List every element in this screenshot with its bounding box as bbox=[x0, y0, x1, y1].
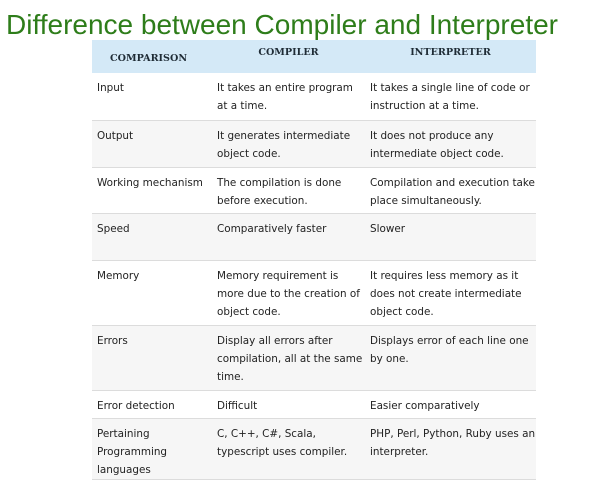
cell-aspect: Working mechanism bbox=[92, 167, 212, 214]
table-row: Pertaining Programming languages C, C++,… bbox=[92, 418, 536, 480]
cell-aspect: Speed bbox=[92, 213, 212, 261]
cell-compiler: Difficult bbox=[212, 390, 365, 419]
cell-compiler: Memory requirement is more due to the cr… bbox=[212, 260, 365, 326]
table-header-row: COMPARISON COMPILER INTERPRETER bbox=[92, 40, 536, 73]
table-row: Working mechanism The compilation is don… bbox=[92, 167, 536, 214]
table-row: Errors Display all errors after compilat… bbox=[92, 325, 536, 391]
cell-interpreter: PHP, Perl, Python, Ruby uses an interpre… bbox=[365, 418, 536, 480]
cell-aspect: Pertaining Programming languages bbox=[92, 418, 212, 480]
cell-interpreter: Slower bbox=[365, 213, 536, 261]
table-row: Input It takes an entire program at a ti… bbox=[92, 73, 536, 121]
table-row: Memory Memory requirement is more due to… bbox=[92, 260, 536, 326]
header-compiler: COMPILER bbox=[258, 47, 319, 58]
table-row: Error detection Difficult Easier compara… bbox=[92, 390, 536, 419]
cell-compiler: Display all errors after compilation, al… bbox=[212, 325, 365, 391]
header-comparison: COMPARISON bbox=[110, 53, 188, 64]
cell-compiler: C, C++, C#, Scala, typescript uses compi… bbox=[212, 418, 365, 480]
cell-compiler: It takes an entire program at a time. bbox=[212, 73, 365, 121]
page-title: Difference between Compiler and Interpre… bbox=[6, 9, 559, 40]
cell-compiler: Comparatively faster bbox=[212, 213, 365, 261]
cell-interpreter: Easier comparatively bbox=[365, 390, 536, 419]
cell-interpreter: It does not produce any intermediate obj… bbox=[365, 120, 536, 168]
cell-interpreter: Displays error of each line one by one. bbox=[365, 325, 536, 391]
cell-aspect: Input bbox=[92, 73, 212, 121]
table-row: Speed Comparatively faster Slower bbox=[92, 213, 536, 261]
cell-aspect: Error detection bbox=[92, 390, 212, 419]
table-row: Output It generates intermediate object … bbox=[92, 120, 536, 168]
header-interpreter: INTERPRETER bbox=[410, 47, 491, 58]
comparison-table: COMPARISON COMPILER INTERPRETER Input It… bbox=[92, 40, 536, 480]
cell-interpreter: It requires less memory as it does not c… bbox=[365, 260, 536, 326]
cell-interpreter: It takes a single line of code or instru… bbox=[365, 73, 536, 121]
cell-aspect: Output bbox=[92, 120, 212, 168]
cell-aspect: Memory bbox=[92, 260, 212, 326]
cell-compiler: The compilation is done before execution… bbox=[212, 167, 365, 214]
cell-interpreter: Compilation and execution take place sim… bbox=[365, 167, 536, 214]
cell-compiler: It generates intermediate object code. bbox=[212, 120, 365, 168]
cell-aspect: Errors bbox=[92, 325, 212, 391]
